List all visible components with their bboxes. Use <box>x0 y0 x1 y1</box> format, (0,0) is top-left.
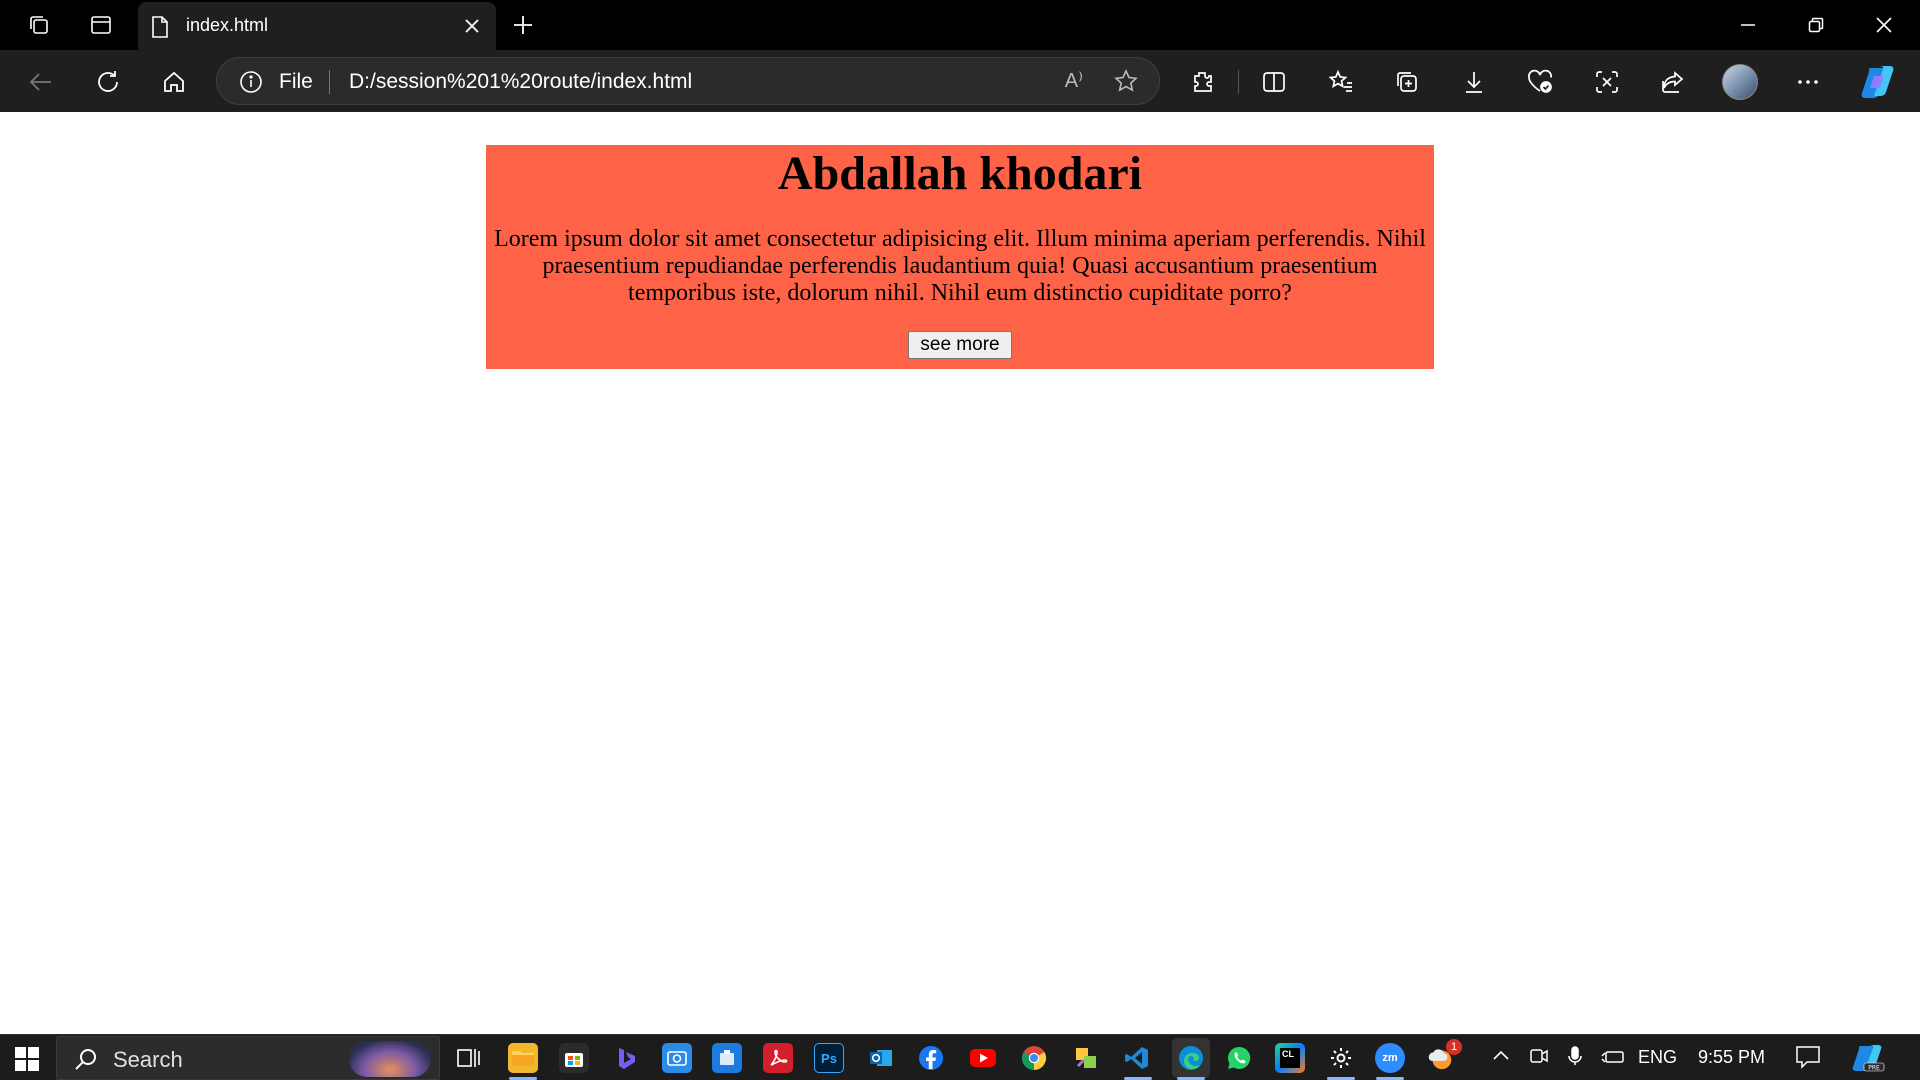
url-text[interactable]: D:/session%201%20route/index.html <box>349 70 692 94</box>
document-icon <box>150 15 170 44</box>
info-icon[interactable] <box>239 70 263 99</box>
home-icon[interactable] <box>157 65 191 99</box>
page-heading: Abdallah khodari <box>777 147 1143 200</box>
close-window-icon[interactable] <box>1864 8 1904 42</box>
search-label: Search <box>113 1047 183 1072</box>
protocol-label: File <box>279 70 313 93</box>
browser-toolbar: File D:/session%201%20route/index.html A… <box>0 50 1920 112</box>
restore-icon[interactable] <box>1796 8 1836 42</box>
notification-badge: 1 <box>1446 1039 1462 1055</box>
browser-title-bar: index.html <box>0 0 1920 50</box>
address-bar[interactable]: File D:/session%201%20route/index.html A… <box>216 57 1160 105</box>
bing-icon[interactable] <box>610 1043 640 1073</box>
microphone-icon[interactable] <box>1564 1045 1586 1072</box>
copilot-icon[interactable] <box>1860 64 1898 100</box>
microsoft-store-icon[interactable] <box>559 1043 589 1073</box>
copilot-preview-icon[interactable]: PRE <box>1852 1043 1886 1078</box>
language-indicator[interactable]: ENG <box>1638 1047 1677 1068</box>
chevron-up-icon[interactable] <box>1490 1045 1512 1072</box>
favorite-star-icon[interactable] <box>1113 68 1139 99</box>
tab-title: index.html <box>186 15 269 35</box>
minimize-icon[interactable] <box>1728 8 1768 42</box>
windows-taskbar: Search Ps CL zm 1 ENG 9:55 PM PRE <box>0 1034 1920 1080</box>
back-icon[interactable] <box>24 65 58 99</box>
toolbar-divider <box>1238 70 1239 94</box>
meet-now-icon[interactable] <box>1528 1045 1550 1072</box>
clock[interactable]: 9:55 PM <box>1698 1047 1765 1068</box>
new-tab-icon[interactable] <box>508 10 538 40</box>
acrobat-icon[interactable] <box>763 1043 793 1073</box>
chrome-icon[interactable] <box>1019 1043 1049 1073</box>
notifications-icon[interactable] <box>1795 1045 1821 1074</box>
workspaces-icon[interactable] <box>24 10 54 40</box>
search-highlight-image <box>349 1041 431 1077</box>
share-icon[interactable] <box>1656 65 1690 99</box>
page-viewport: Abdallah khodari Lorem ipsum dolor sit a… <box>0 112 1920 1034</box>
network-battery-icon[interactable] <box>1600 1045 1626 1072</box>
facebook-icon[interactable] <box>916 1043 946 1073</box>
split-screen-icon[interactable] <box>1257 65 1291 99</box>
file-explorer-icon[interactable] <box>508 1043 538 1073</box>
taskbar-search[interactable]: Search <box>56 1036 440 1080</box>
settings-icon[interactable] <box>1326 1043 1356 1073</box>
see-more-button[interactable]: see more <box>908 331 1012 359</box>
screenshot-icon[interactable] <box>1590 65 1624 99</box>
outlook-icon[interactable] <box>866 1043 896 1073</box>
more-options-icon[interactable] <box>1791 65 1825 99</box>
refresh-icon[interactable] <box>91 65 125 99</box>
vs-code-icon[interactable] <box>1122 1043 1152 1073</box>
search-icon <box>73 1047 99 1078</box>
clion-icon[interactable]: CL <box>1275 1043 1305 1073</box>
browser-essentials-icon[interactable] <box>1523 65 1557 99</box>
read-aloud-icon[interactable]: A⁾ <box>1065 68 1083 93</box>
youtube-icon[interactable] <box>968 1043 998 1073</box>
task-view-icon[interactable] <box>453 1043 483 1073</box>
sticky-notes-icon[interactable] <box>1071 1043 1101 1073</box>
intro-paragraph: Lorem ipsum dolor sit amet consectetur a… <box>494 226 1426 306</box>
windows-start-icon[interactable] <box>14 1046 40 1077</box>
edge-icon[interactable] <box>1172 1038 1210 1078</box>
downloads-icon[interactable] <box>1457 65 1491 99</box>
address-separator <box>329 70 330 94</box>
hero-card: Abdallah khodari Lorem ipsum dolor sit a… <box>486 145 1434 369</box>
camera-app-icon[interactable] <box>662 1043 692 1073</box>
whatsapp-icon[interactable] <box>1224 1043 1254 1073</box>
photoshop-icon[interactable]: Ps <box>814 1043 844 1073</box>
extensions-icon[interactable] <box>1185 65 1219 99</box>
tab-index-html[interactable]: index.html <box>138 2 496 50</box>
profile-avatar[interactable] <box>1722 64 1758 100</box>
close-tab-icon[interactable] <box>460 14 484 38</box>
zoom-icon[interactable]: zm <box>1375 1043 1405 1073</box>
svg-text:PRE: PRE <box>1868 1065 1880 1072</box>
collections-icon[interactable] <box>1390 65 1424 99</box>
favorites-icon[interactable] <box>1324 65 1358 99</box>
tab-actions-icon[interactable] <box>86 10 116 40</box>
company-portal-icon[interactable] <box>712 1043 742 1073</box>
